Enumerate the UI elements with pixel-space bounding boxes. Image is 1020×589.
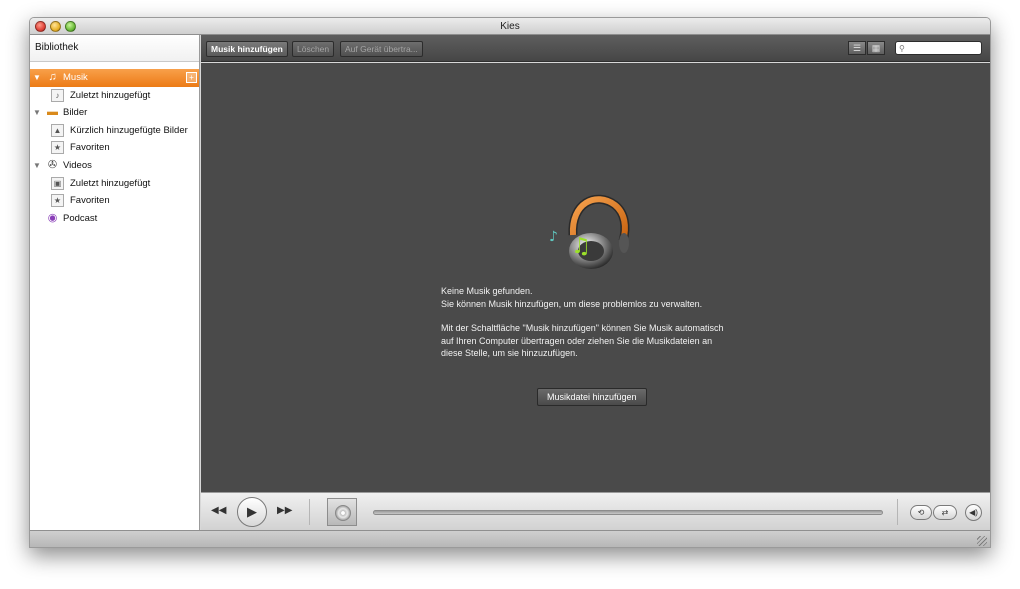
divider	[309, 499, 310, 525]
divider	[897, 499, 898, 525]
sidebar-item-bilder-kuerzlich[interactable]: ▲ Kürzlich hinzugefügte Bilder	[30, 122, 199, 140]
message-line: auf Ihren Computer übertragen oder ziehe…	[441, 335, 713, 346]
grid-view-icon[interactable]: ▦	[867, 41, 885, 55]
repeat-icon[interactable]: ⟲	[910, 505, 932, 520]
sidebar: Bibliothek ▼ ♫ Musik + ♪ Zuletzt hinzuge…	[30, 35, 200, 530]
music-note-icon: ♫	[48, 71, 57, 83]
window-title: Kies	[500, 21, 520, 32]
message-line: Sie können Musik hinzufügen, um diese pr…	[441, 298, 703, 309]
add-music-button[interactable]: Musik hinzufügen	[206, 41, 288, 57]
list-view-icon[interactable]: ☰	[848, 41, 866, 55]
fast-forward-icon[interactable]: ▶▶	[277, 505, 292, 516]
minimize-window-button[interactable]	[50, 21, 61, 32]
playback-progress-slider[interactable]	[373, 510, 883, 515]
message-line: Mit der Schaltfläche "Musik hinzufügen" …	[441, 323, 724, 333]
album-art	[327, 498, 357, 526]
title-bar: Kies	[30, 18, 990, 35]
shuffle-icon[interactable]: ⇄	[933, 505, 957, 520]
sidebar-item-bilder-favoriten[interactable]: ★ Favoriten	[30, 139, 199, 157]
svg-text:♫: ♫	[571, 234, 591, 259]
delete-button[interactable]: Löschen	[292, 41, 335, 57]
music-playlist-icon: ♪	[51, 88, 64, 102]
toolbar: Musik hinzufügen Löschen Auf Gerät übert…	[201, 35, 990, 62]
podcast-icon: ◉	[47, 211, 58, 224]
folder-icon: ▬	[47, 106, 58, 119]
status-bar	[30, 530, 990, 547]
disclosure-triangle-icon[interactable]: ▼	[33, 104, 41, 121]
sidebar-header: Bibliothek	[30, 35, 199, 62]
sidebar-item-podcast[interactable]: ◉ Podcast	[30, 210, 199, 228]
star-icon: ★	[51, 141, 64, 155]
sidebar-item-videos[interactable]: ▼ ✇ Videos	[30, 157, 199, 175]
sidebar-item-label: Bilder	[63, 107, 88, 119]
sidebar-item-label: Musik	[63, 72, 88, 83]
disclosure-triangle-icon[interactable]: ▼	[33, 69, 41, 86]
sidebar-item-label: Videos	[63, 159, 92, 171]
headphones-icon: ♫ ♪	[549, 194, 630, 269]
empty-state-message: Keine Musik gefunden. Sie können Musik h…	[441, 285, 801, 360]
message-line: Keine Musik gefunden.	[441, 286, 533, 296]
sidebar-item-label: Podcast	[63, 212, 98, 224]
resize-grip-icon[interactable]	[977, 536, 987, 546]
video-playlist-icon: ▣	[51, 176, 64, 190]
player-bar: ◀◀ ▶ ▶▶ ⟲ ⇄ ◀)	[201, 492, 990, 530]
sidebar-item-musik-zuletzt[interactable]: ♪ Zuletzt hinzugefügt	[30, 87, 199, 105]
sidebar-item-videos-favoriten[interactable]: ★ Favoriten	[30, 192, 199, 210]
transfer-to-device-button[interactable]: Auf Gerät übertra...	[340, 41, 423, 57]
sidebar-item-musik[interactable]: ▼ ♫ Musik +	[30, 69, 199, 87]
star-icon: ★	[51, 194, 64, 208]
disclosure-triangle-icon[interactable]: ▼	[33, 157, 41, 174]
sidebar-item-label: Zuletzt hinzugefügt	[70, 89, 151, 101]
film-reel-icon: ✇	[47, 158, 58, 171]
sidebar-item-label: Favoriten	[70, 142, 110, 154]
rewind-icon[interactable]: ◀◀	[211, 505, 226, 516]
sidebar-item-label: Zuletzt hinzugefügt	[70, 177, 151, 189]
music-empty-view: ♫ ♪ Keine Musik gefunden. Sie können Mus…	[201, 63, 990, 492]
search-icon: ⚲	[899, 44, 905, 53]
search-input[interactable]: ⚲	[895, 41, 982, 55]
zoom-window-button[interactable]	[65, 21, 76, 32]
close-window-button[interactable]	[35, 21, 46, 32]
play-button[interactable]: ▶	[237, 497, 267, 527]
sidebar-item-label: Kürzlich hinzugefügte Bilder	[70, 124, 188, 136]
cd-icon	[335, 505, 351, 521]
image-playlist-icon: ▲	[51, 123, 64, 137]
message-line: diese Stelle, um sie hinzuzufügen.	[441, 348, 578, 358]
volume-icon[interactable]: ◀)	[965, 504, 982, 521]
sidebar-item-videos-zuletzt[interactable]: ▣ Zuletzt hinzugefügt	[30, 175, 199, 193]
sidebar-item-label: Favoriten	[70, 195, 110, 207]
add-music-file-button[interactable]: Musikdatei hinzufügen	[537, 388, 647, 406]
library-tree: ▼ ♫ Musik + ♪ Zuletzt hinzugefügt ▼ ▬ Bi…	[30, 69, 199, 227]
add-playlist-icon[interactable]: +	[186, 72, 197, 83]
kies-window: Kies Bibliothek ▼ ♫ Musik + ♪ Zuletzt hi…	[29, 17, 991, 548]
sidebar-item-bilder[interactable]: ▼ ▬ Bilder	[30, 104, 199, 122]
svg-text:♪: ♪	[549, 229, 558, 245]
